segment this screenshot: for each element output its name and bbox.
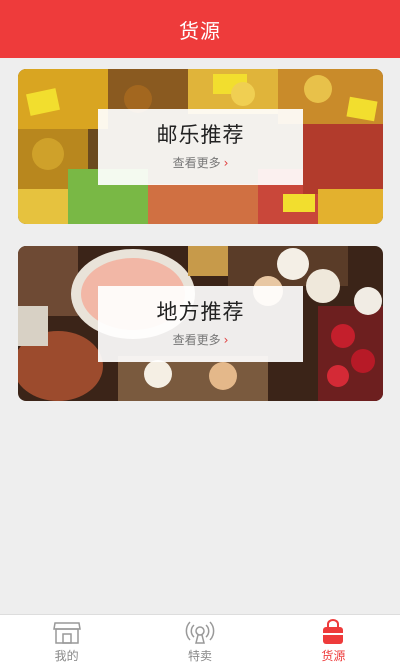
tab-flash-sale[interactable]: 特卖 xyxy=(133,615,266,667)
tab-label: 特卖 xyxy=(187,648,212,663)
view-more-link[interactable]: 查看更多 › xyxy=(173,154,229,171)
page-title: 货源 xyxy=(179,18,221,43)
tab-sources[interactable]: 货源 xyxy=(267,615,400,667)
view-more-label: 查看更多 xyxy=(172,333,221,348)
view-more-link[interactable]: 查看更多 › xyxy=(173,331,229,348)
store-icon xyxy=(52,621,81,644)
broadcast-icon xyxy=(185,620,215,644)
card-title: 邮乐推荐 xyxy=(156,122,245,147)
chevron-right-icon: › xyxy=(223,155,229,170)
app-header: 货源 xyxy=(0,0,400,58)
card-label-panel: 地方推荐 查看更多 › xyxy=(98,286,303,362)
tab-label: 我的 xyxy=(54,648,79,663)
card-local-recommend[interactable]: 地方推荐 查看更多 › xyxy=(18,246,383,401)
chevron-right-icon: › xyxy=(223,332,229,347)
bag-icon xyxy=(323,618,344,644)
card-label-panel: 邮乐推荐 查看更多 › xyxy=(98,109,303,185)
tab-mine[interactable]: 我的 xyxy=(0,615,133,667)
card-title: 地方推荐 xyxy=(156,299,245,324)
tab-label: 货源 xyxy=(321,648,346,663)
view-more-label: 查看更多 xyxy=(172,156,221,171)
card-youle-recommend[interactable]: 邮乐推荐 查看更多 › xyxy=(18,69,383,224)
bottom-tab-bar: 我的 特卖 货源 xyxy=(0,614,400,667)
